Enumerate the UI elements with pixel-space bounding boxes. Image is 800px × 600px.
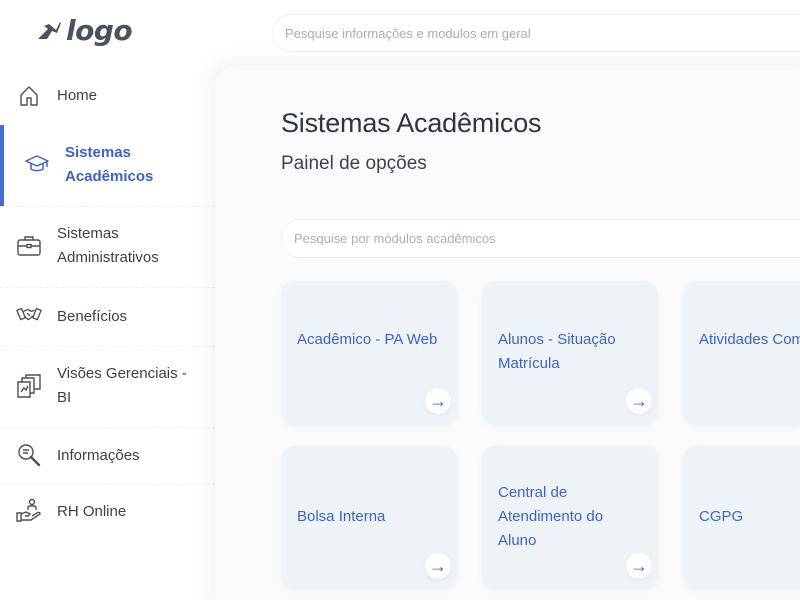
card-title-text: Atividades Complementares: [699, 331, 800, 348]
logo[interactable]: logo: [36, 14, 133, 47]
briefcase-icon: [16, 233, 42, 259]
reports-icon: [16, 373, 42, 399]
logo-mark-icon: [38, 22, 61, 39]
sidebar-item-label: RH Online: [57, 503, 127, 520]
page-subtitle: Painel de opções: [281, 153, 427, 174]
module-card-central-de-atendimento[interactable]: Central de Atendimento do Aluno →: [482, 446, 658, 589]
handshake-icon: [16, 302, 42, 328]
card-title: Atividades Complementares: [699, 328, 800, 352]
arrow-right-icon[interactable]: →: [626, 388, 652, 414]
card-title: Central de Atendimento do Aluno: [498, 484, 604, 549]
sidebar-item-label: Home: [57, 87, 98, 104]
sidebar-item-home[interactable]: Home: [0, 66, 215, 126]
module-card-atividades-complementares[interactable]: Atividades Complementares: [683, 281, 800, 424]
sidebar-item-label: Sistemas Acadêmicos: [65, 144, 154, 185]
sidebar-item-rh-online[interactable]: RH Online: [0, 485, 215, 541]
sidebar-item-sistemas-academicos[interactable]: Sistemas Acadêmicos: [0, 125, 215, 206]
sidebar-item-label: Sistemas Administrativos: [57, 225, 159, 266]
magnifier-icon: [16, 442, 42, 468]
module-search-input[interactable]: [281, 219, 800, 258]
card-title: CGPG: [699, 508, 744, 525]
app-window: logo Home Sistemas Acadêmicos: [0, 0, 800, 600]
sidebar-item-label: Informações: [57, 447, 140, 464]
graduation-cap-icon: [24, 151, 50, 177]
card-title: Alunos - Situação Matrícula: [498, 331, 616, 372]
module-card-alunos-situacao-matricula[interactable]: Alunos - Situação Matrícula →: [482, 281, 658, 424]
global-search-input[interactable]: [272, 14, 800, 52]
sidebar-item-visoes-gerenciais[interactable]: Visões Gerenciais - BI: [0, 347, 215, 427]
module-card-academico-pa-web[interactable]: Acadêmico - PA Web →: [281, 281, 457, 424]
sidebar-item-informacoes[interactable]: Informações: [0, 428, 215, 484]
logo-text: logo: [66, 14, 133, 47]
sidebar-item-sistemas-administrativos[interactable]: Sistemas Administrativos: [0, 207, 215, 287]
card-title: Bolsa Interna: [297, 508, 386, 525]
arrow-right-icon[interactable]: →: [425, 388, 451, 414]
sidebar-item-label: Benefícios: [57, 308, 128, 325]
home-icon: [16, 83, 42, 109]
sidebar-item-label: Visões Gerenciais - BI: [57, 365, 187, 406]
module-card-cgpg[interactable]: CGPG: [683, 446, 800, 589]
arrow-right-icon[interactable]: →: [425, 553, 451, 579]
page-title: Sistemas Acadêmicos: [281, 108, 542, 138]
sidebar-item-beneficios[interactable]: Benefícios: [0, 288, 215, 346]
hand-person-icon: [16, 498, 42, 524]
card-title: Acadêmico - PA Web: [297, 331, 438, 348]
arrow-right-icon[interactable]: →: [626, 553, 652, 579]
sidebar: Home Sistemas Acadêmicos Sistemas Admini…: [0, 66, 215, 600]
module-card-bolsa-interna[interactable]: Bolsa Interna →: [281, 446, 457, 589]
